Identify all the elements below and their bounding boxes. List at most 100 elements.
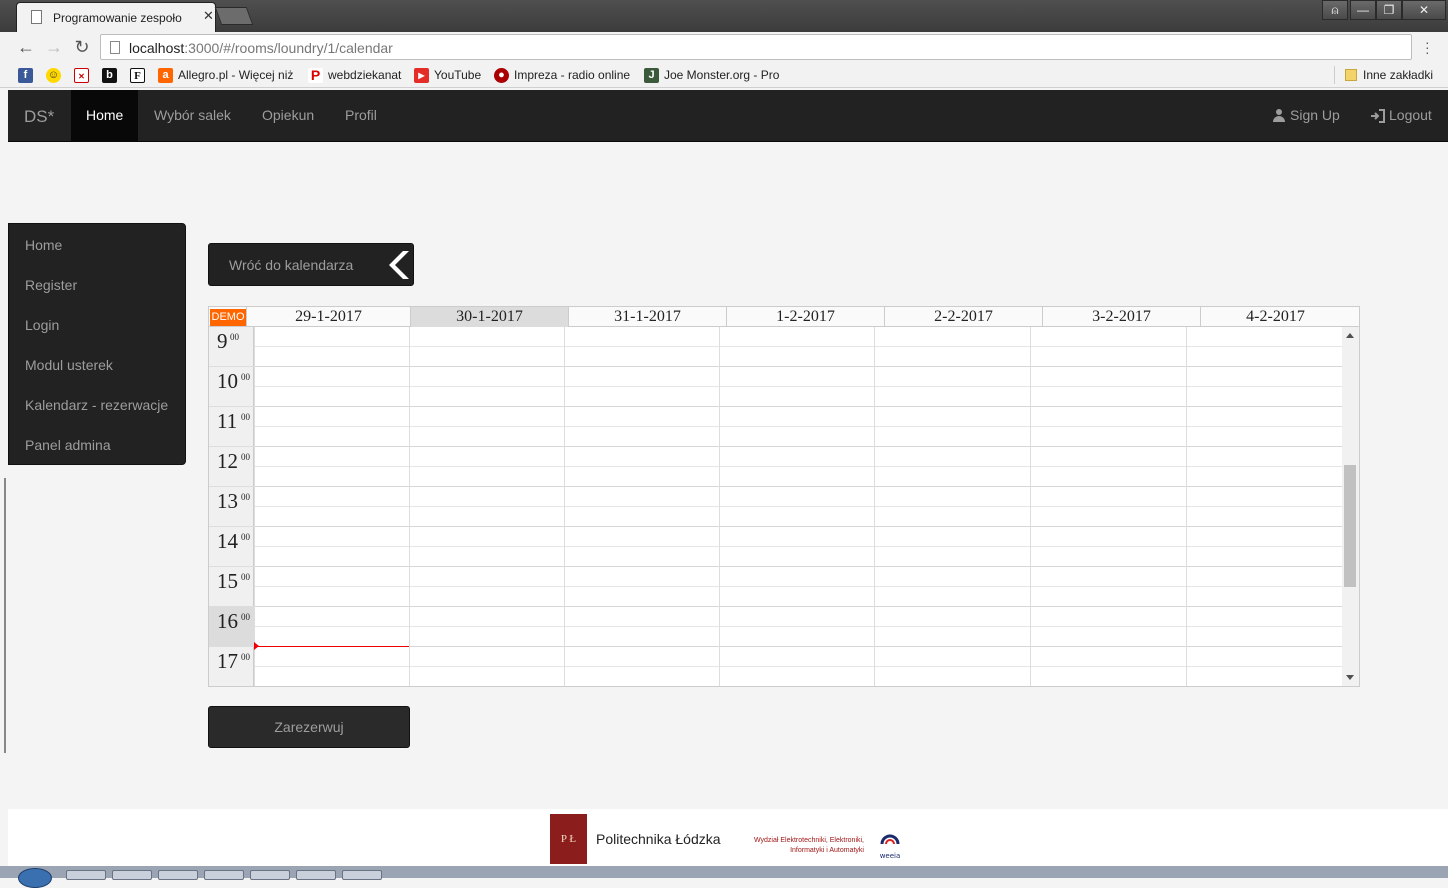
reserve-button[interactable]: Zarezerwuj: [208, 706, 410, 748]
time-slot[interactable]: [565, 567, 719, 587]
time-slot[interactable]: [255, 467, 409, 487]
bookmark-joemonster[interactable]: J Joe Monster.org - Pro: [644, 67, 779, 83]
time-slot[interactable]: [255, 607, 409, 627]
time-slot[interactable]: [565, 367, 719, 387]
time-slot[interactable]: [410, 667, 564, 686]
sidebar-item-home[interactable]: Home: [9, 225, 185, 265]
time-slot[interactable]: [565, 587, 719, 607]
time-slot[interactable]: [1031, 507, 1186, 527]
time-slot[interactable]: [410, 347, 564, 367]
time-slot[interactable]: [1187, 507, 1342, 527]
time-slot[interactable]: [255, 347, 409, 367]
time-slot[interactable]: [410, 367, 564, 387]
time-slot[interactable]: [875, 527, 1030, 547]
time-slot[interactable]: [875, 487, 1030, 507]
taskbar-item[interactable]: [66, 870, 106, 880]
bookmark-red-sign[interactable]: ✕: [74, 67, 94, 83]
time-slot[interactable]: [1031, 647, 1186, 667]
time-slot[interactable]: [1187, 367, 1342, 387]
day-column[interactable]: [409, 327, 564, 686]
time-slot[interactable]: [1031, 427, 1186, 447]
time-slot[interactable]: [410, 607, 564, 627]
time-slot[interactable]: [1187, 387, 1342, 407]
time-slot[interactable]: [255, 507, 409, 527]
time-slot[interactable]: [565, 627, 719, 647]
profile-button[interactable]: ⍝: [1322, 0, 1348, 20]
time-slot[interactable]: [565, 347, 719, 367]
time-slot[interactable]: [1187, 427, 1342, 447]
time-slot[interactable]: [720, 347, 874, 367]
menu-icon[interactable]: · · ·: [1425, 35, 1430, 59]
bookmark-allegro[interactable]: a Allegro.pl - Więcej niż: [158, 67, 293, 83]
time-slot[interactable]: [565, 547, 719, 567]
brand[interactable]: DS*: [24, 107, 54, 127]
time-slot[interactable]: [720, 327, 874, 347]
time-slot[interactable]: [1031, 607, 1186, 627]
day-column[interactable]: [719, 327, 874, 686]
time-slot[interactable]: [1187, 547, 1342, 567]
time-slot[interactable]: [565, 507, 719, 527]
nav-opiekun[interactable]: Opiekun: [247, 90, 329, 141]
time-slot[interactable]: [720, 367, 874, 387]
time-slot[interactable]: [410, 587, 564, 607]
time-slot[interactable]: [410, 507, 564, 527]
time-slot[interactable]: [875, 387, 1030, 407]
time-slot[interactable]: [1187, 347, 1342, 367]
sidebar-item-register[interactable]: Register: [9, 265, 185, 305]
tab-close-icon[interactable]: ✕: [203, 8, 214, 24]
time-slot[interactable]: [1031, 407, 1186, 427]
time-slot[interactable]: [1187, 627, 1342, 647]
restore-button[interactable]: ❐: [1376, 0, 1402, 20]
time-slot[interactable]: [720, 647, 874, 667]
time-slot[interactable]: [255, 407, 409, 427]
time-slot[interactable]: [255, 447, 409, 467]
time-slot[interactable]: [720, 427, 874, 447]
minimize-button[interactable]: —: [1350, 0, 1376, 20]
time-slot[interactable]: [565, 427, 719, 447]
taskbar-item[interactable]: [296, 870, 336, 880]
page-info-icon[interactable]: [110, 41, 120, 54]
time-slot[interactable]: [875, 567, 1030, 587]
time-slot[interactable]: [565, 487, 719, 507]
time-slot[interactable]: [565, 607, 719, 627]
time-slot[interactable]: [1187, 567, 1342, 587]
time-slot[interactable]: [720, 407, 874, 427]
browser-tab[interactable]: Programowanie zespoło ✕: [16, 2, 216, 32]
bookmark-pink-b[interactable]: b: [102, 67, 122, 83]
taskbar-item[interactable]: [342, 870, 382, 880]
time-slot[interactable]: [875, 427, 1030, 447]
day-column[interactable]: [874, 327, 1030, 686]
time-slot[interactable]: [1187, 607, 1342, 627]
time-slot[interactable]: [720, 487, 874, 507]
time-slot[interactable]: [1187, 467, 1342, 487]
time-slot[interactable]: [720, 387, 874, 407]
time-slot[interactable]: [255, 487, 409, 507]
time-slot[interactable]: [1031, 387, 1186, 407]
sidebar-item-kalendarz[interactable]: Kalendarz - rezerwacje: [9, 385, 185, 425]
scroll-down-arrow-icon[interactable]: [1346, 675, 1354, 680]
time-slot[interactable]: [255, 647, 409, 667]
time-slot[interactable]: [410, 527, 564, 547]
time-slot[interactable]: [410, 487, 564, 507]
time-slot[interactable]: [720, 607, 874, 627]
calendar-scrollbar[interactable]: [1342, 327, 1359, 686]
bookmark-f[interactable]: F: [130, 67, 150, 83]
other-bookmarks[interactable]: Inne zakładki: [1334, 66, 1433, 84]
day-column[interactable]: [564, 327, 719, 686]
time-slot[interactable]: [410, 467, 564, 487]
time-slot[interactable]: [565, 527, 719, 547]
time-slot[interactable]: [565, 387, 719, 407]
time-slot[interactable]: [255, 327, 409, 347]
time-slot[interactable]: [1187, 327, 1342, 347]
time-slot[interactable]: [1187, 407, 1342, 427]
time-slot[interactable]: [720, 527, 874, 547]
close-window-button[interactable]: ✕: [1402, 0, 1446, 20]
nav-home[interactable]: Home: [71, 90, 139, 141]
time-slot[interactable]: [255, 587, 409, 607]
reload-icon[interactable]: ↻: [72, 37, 92, 57]
time-slot[interactable]: [720, 507, 874, 527]
time-slot[interactable]: [410, 387, 564, 407]
time-slot[interactable]: [875, 627, 1030, 647]
time-slot[interactable]: [720, 667, 874, 686]
time-slot[interactable]: [1031, 367, 1186, 387]
